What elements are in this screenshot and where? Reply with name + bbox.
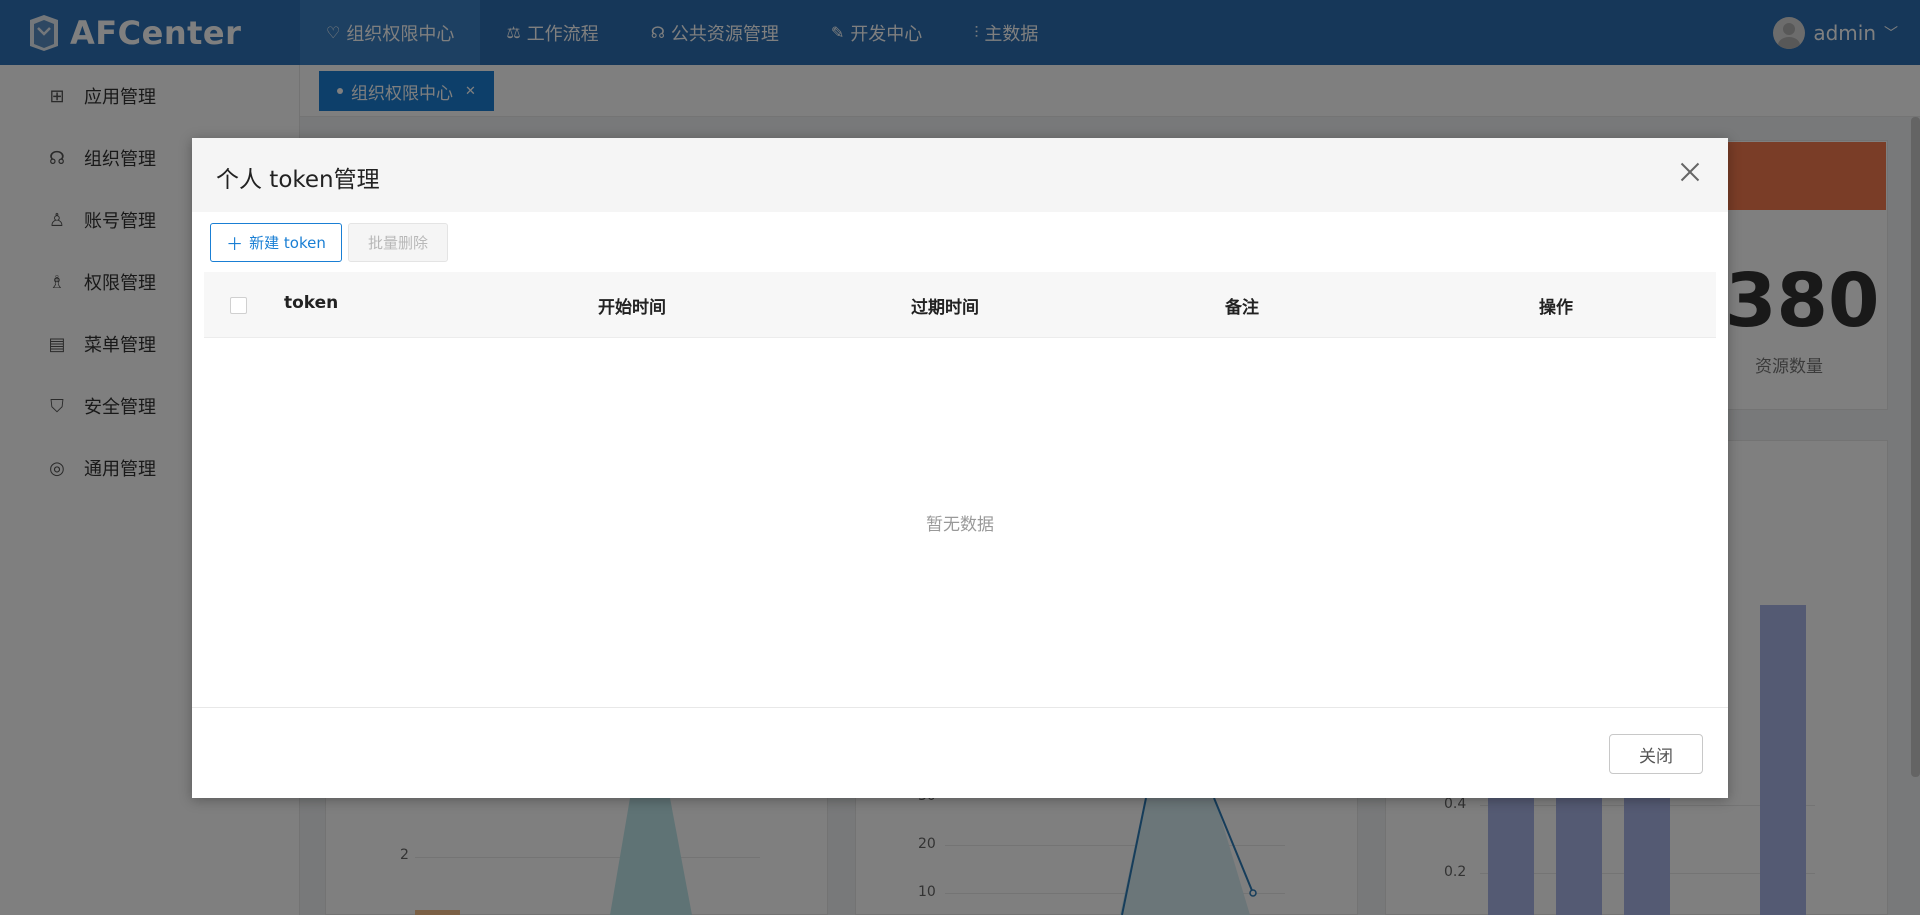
token-dialog: 个人 token管理 ＋ 新建 token 批量删除 token 开始时间 过期… (192, 138, 1728, 798)
dialog-header: 个人 token管理 (192, 138, 1728, 212)
close-button[interactable]: 关闭 (1609, 734, 1703, 774)
close-label: 关闭 (1639, 746, 1673, 767)
table-header: token 开始时间 过期时间 备注 操作 (204, 272, 1716, 338)
dialog-title: 个人 token管理 (216, 167, 380, 193)
column-header-expire-time: 过期时间 (911, 298, 979, 318)
empty-state: 暂无数据 (926, 515, 994, 535)
column-header-start-time: 开始时间 (598, 298, 666, 318)
close-icon[interactable] (1676, 158, 1704, 186)
column-header-token: token (284, 293, 339, 313)
batch-delete-label: 批量删除 (367, 234, 428, 252)
footer-divider (192, 707, 1728, 708)
new-token-label: 新建 token (249, 234, 326, 252)
column-header-actions: 操作 (1539, 298, 1573, 318)
batch-delete-button[interactable]: 批量删除 (348, 223, 448, 262)
plus-icon: ＋ (226, 235, 244, 255)
select-all-checkbox[interactable] (230, 297, 247, 314)
column-header-remark: 备注 (1225, 298, 1259, 318)
new-token-button[interactable]: ＋ 新建 token (210, 223, 342, 262)
